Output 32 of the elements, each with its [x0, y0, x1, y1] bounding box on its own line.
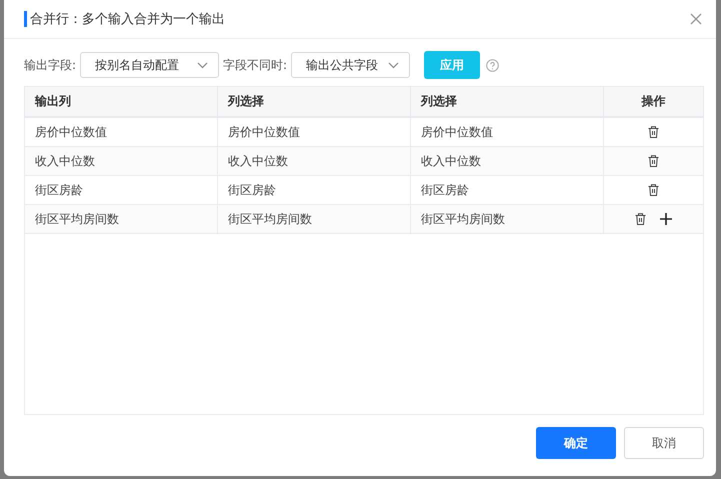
field-diff-label: 字段不同时: [223, 56, 288, 74]
table-cell: 房价中位数值 [25, 118, 218, 146]
confirm-button[interactable]: 确定 [536, 427, 616, 459]
table-cell: 街区平均房间数 [25, 205, 218, 233]
dialog-title: 合并行：多个输入合并为一个输出 [30, 11, 226, 28]
column-header: 输出列 [25, 87, 218, 116]
trash-icon[interactable] [648, 155, 659, 167]
table-cell: 收入中位数 [411, 147, 604, 175]
caret-icon [197, 62, 208, 68]
trash-icon[interactable] [648, 126, 659, 138]
table-cell: 房价中位数值 [218, 118, 411, 146]
title-accent-bar [24, 11, 27, 27]
column-header: 操作 [640, 93, 666, 110]
table-cell: 街区平均房间数 [411, 205, 604, 233]
table-cell: 收入中位数 [25, 147, 218, 175]
table-cell: 街区房龄 [25, 176, 218, 204]
table-cell: 收入中位数 [218, 147, 411, 175]
trash-icon[interactable] [635, 213, 646, 225]
trash-icon[interactable] [648, 184, 659, 196]
close-icon[interactable] [690, 13, 702, 25]
column-header: 列选择 [218, 87, 411, 116]
column-header: 列选择 [411, 87, 604, 116]
caret-icon [388, 62, 400, 68]
output-field-select[interactable]: 按别名自动配置 [80, 52, 220, 78]
table-cell: 街区平均房间数 [218, 205, 411, 233]
field-diff-select[interactable]: 输出公共字段 [291, 52, 410, 78]
table-cell: 街区房龄 [411, 176, 604, 204]
table-cell: 房价中位数值 [411, 118, 604, 146]
plus-icon[interactable] [660, 213, 672, 225]
cancel-button[interactable]: 取消 [624, 427, 704, 459]
table-cell: 街区房龄 [218, 176, 411, 204]
output-field-label: 输出字段: [24, 56, 76, 74]
